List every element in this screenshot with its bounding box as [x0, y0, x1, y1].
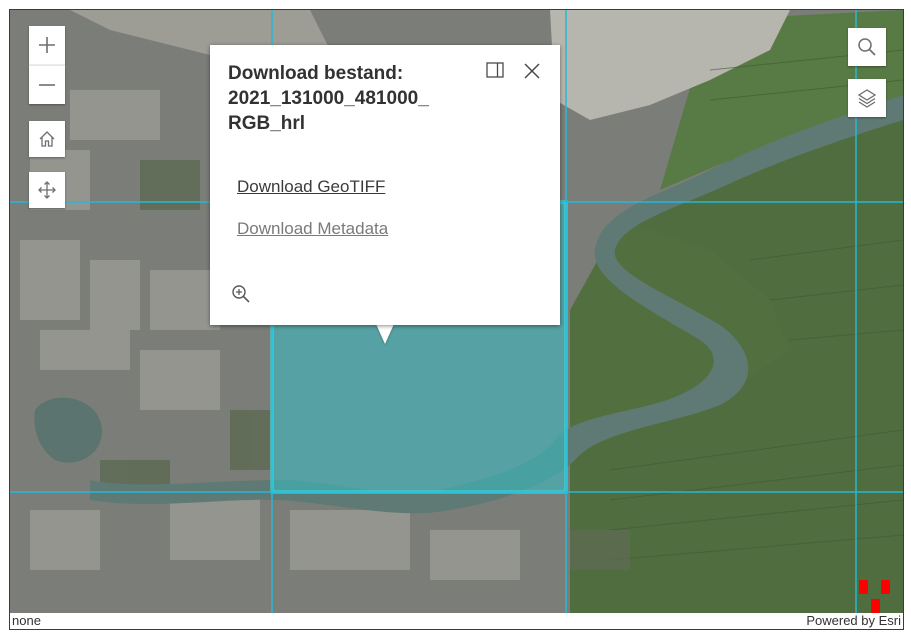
- download-metadata-link[interactable]: Download Metadata: [237, 219, 388, 239]
- attribution-bar: none Powered by Esri: [10, 613, 903, 629]
- pan-arrows-icon: [38, 181, 56, 199]
- powered-by-esri[interactable]: Powered by Esri: [806, 613, 901, 629]
- home-button[interactable]: [29, 121, 65, 157]
- search-icon: [858, 38, 876, 56]
- popup-pointer: [376, 324, 394, 344]
- zoom-to-button[interactable]: [228, 281, 254, 307]
- popup-title: Download bestand: 2021_131000_481000_ RG…: [228, 61, 478, 136]
- popup-title-line: Download bestand:: [228, 63, 404, 84]
- home-icon: [39, 131, 55, 147]
- zoom-out-button[interactable]: [29, 66, 65, 104]
- close-button[interactable]: [520, 59, 544, 83]
- plus-icon: [39, 37, 55, 53]
- navigation-toggle-button[interactable]: [29, 172, 65, 208]
- dock-icon: [486, 62, 504, 78]
- download-popup: Download bestand: 2021_131000_481000_ RG…: [210, 45, 560, 325]
- zoom-to-icon: [232, 285, 250, 303]
- zoom-in-button[interactable]: [29, 26, 65, 64]
- download-geotiff-link[interactable]: Download GeoTIFF: [237, 177, 385, 197]
- dock-button[interactable]: [484, 59, 506, 81]
- popup-title-line: 2021_131000_481000_: [228, 88, 429, 109]
- map-frame: Download bestand: 2021_131000_481000_ RG…: [9, 9, 904, 630]
- popup-title-line: RGB_hrl: [228, 113, 306, 134]
- search-button[interactable]: [848, 28, 886, 66]
- minus-icon: [39, 84, 55, 86]
- layers-icon: [857, 89, 877, 108]
- attribution-source: none: [12, 613, 41, 628]
- map-view[interactable]: Download bestand: 2021_131000_481000_ RG…: [10, 10, 903, 613]
- layers-button[interactable]: [848, 79, 886, 117]
- close-icon: [524, 63, 540, 79]
